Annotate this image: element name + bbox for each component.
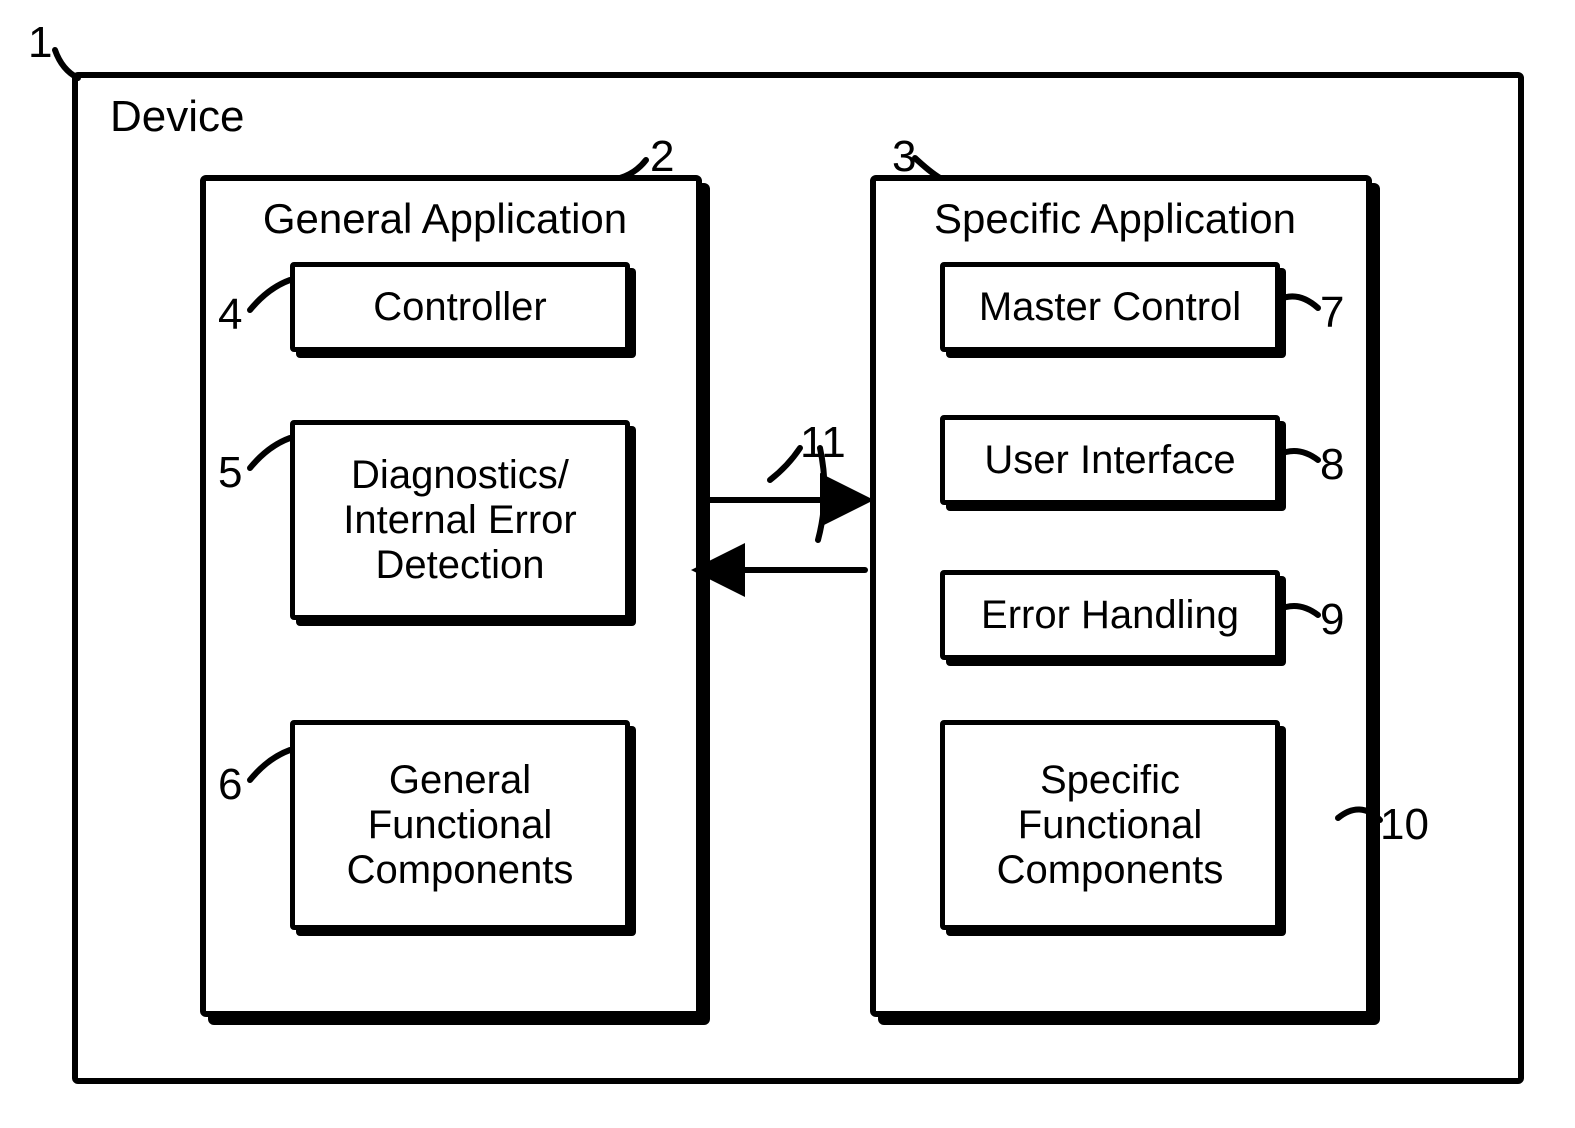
master-control-label: Master Control <box>979 285 1241 330</box>
ref-10: 10 <box>1380 800 1429 851</box>
ref-9: 9 <box>1320 595 1344 646</box>
user-interface-label: User Interface <box>984 438 1235 483</box>
ref-4: 4 <box>218 290 242 341</box>
controller-label: Controller <box>373 285 546 330</box>
ref-2: 2 <box>650 132 674 183</box>
device-title: Device <box>110 92 245 143</box>
general-components-label: General Functional Components <box>347 758 574 893</box>
specific-application-title: Specific Application <box>900 195 1330 243</box>
ref-3: 3 <box>892 132 916 183</box>
ref-1: 1 <box>28 18 52 69</box>
diagnostics-box: Diagnostics/ Internal Error Detection <box>290 420 630 620</box>
ref-7: 7 <box>1320 288 1344 339</box>
master-control-box: Master Control <box>940 262 1280 352</box>
specific-components-box: Specific Functional Components <box>940 720 1280 930</box>
controller-box: Controller <box>290 262 630 352</box>
ref-8: 8 <box>1320 440 1344 491</box>
general-components-box: General Functional Components <box>290 720 630 930</box>
diagnostics-label: Diagnostics/ Internal Error Detection <box>343 453 576 588</box>
ref-11: 11 <box>800 418 846 469</box>
user-interface-box: User Interface <box>940 415 1280 505</box>
specific-components-label: Specific Functional Components <box>997 758 1224 893</box>
ref-6: 6 <box>218 760 242 811</box>
general-application-title: General Application <box>220 195 670 243</box>
error-handling-label: Error Handling <box>981 593 1239 638</box>
error-handling-box: Error Handling <box>940 570 1280 660</box>
ref-5: 5 <box>218 448 242 499</box>
diagram-canvas: Device General Application Controller Di… <box>0 0 1575 1128</box>
